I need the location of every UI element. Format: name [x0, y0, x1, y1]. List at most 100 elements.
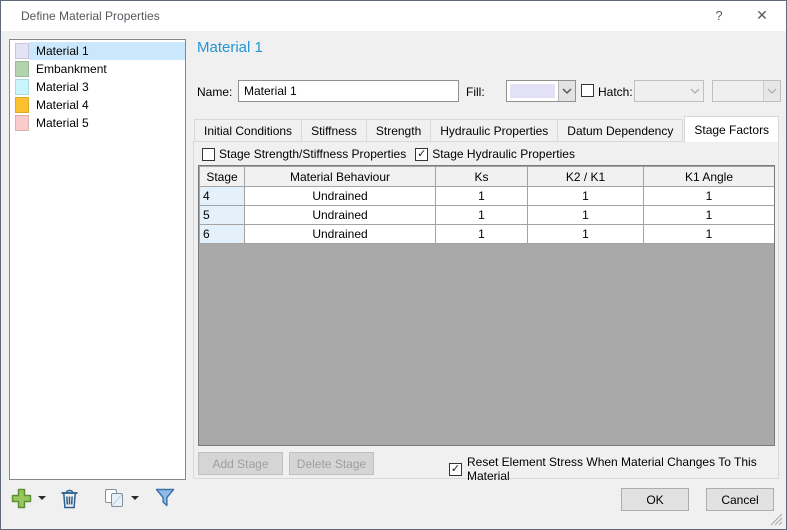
tab-strength[interactable]: Strength [365, 119, 432, 142]
stage-cell: 4 [199, 186, 245, 206]
material-list-item-4[interactable]: Material 4 [10, 96, 185, 114]
tab-hydraulic-properties[interactable]: Hydraulic Properties [430, 119, 559, 142]
material-list-item-3[interactable]: Material 3 [10, 78, 185, 96]
copy-material-dropdown-arrow[interactable] [131, 496, 139, 500]
ok-button[interactable]: OK [621, 488, 689, 511]
grid-header-row: Stage Material Behaviour Ks K2 / K1 K1 A… [199, 166, 774, 187]
tab-label: Initial Conditions [204, 123, 293, 138]
chevron-down-icon [562, 88, 572, 94]
add-material-button[interactable] [11, 488, 46, 509]
ks-cell[interactable]: 1 [435, 205, 528, 225]
grid-row-stage-4: 4 Undrained 1 1 1 [199, 186, 774, 206]
fill-label: Fill: [466, 85, 485, 99]
hatch-pattern-dropdown-button[interactable] [686, 81, 703, 101]
hatch-checkbox[interactable] [581, 84, 594, 97]
property-tabs: Initial Conditions Stiffness Strength Hy… [194, 116, 780, 142]
material-label: Embankment [36, 62, 107, 76]
col-header-material-behaviour: Material Behaviour [244, 166, 436, 187]
material-behaviour-cell[interactable]: Undrained [244, 224, 436, 244]
material-behaviour-cell[interactable]: Undrained [244, 205, 436, 225]
col-header-k1-angle: K1 Angle [643, 166, 774, 187]
resize-grip[interactable] [769, 512, 783, 526]
tab-initial-conditions[interactable]: Initial Conditions [194, 119, 303, 142]
add-stage-button[interactable]: Add Stage [198, 452, 283, 475]
stage-hydraulic-checkbox[interactable]: ✓ [415, 147, 429, 161]
material-color-swatch [15, 43, 29, 59]
tab-stiffness[interactable]: Stiffness [301, 119, 367, 142]
chevron-down-icon [767, 88, 777, 94]
material-toolbar [11, 487, 175, 509]
k1-angle-cell[interactable]: 1 [643, 224, 774, 244]
close-icon: ✕ [756, 7, 768, 23]
tab-stage-factors[interactable]: Stage Factors [684, 116, 780, 142]
dialog-title: Define Material Properties [21, 9, 160, 23]
material-color-swatch [15, 97, 29, 113]
delete-stage-button[interactable]: Delete Stage [289, 452, 374, 475]
copy-material-button[interactable] [103, 488, 139, 509]
material-behaviour-cell[interactable]: Undrained [244, 186, 436, 206]
material-color-swatch [15, 79, 29, 95]
copy-material-icon [105, 488, 123, 507]
tab-label: Datum Dependency [567, 123, 674, 138]
stage-cell: 6 [199, 224, 245, 244]
grid-row-stage-5: 5 Undrained 1 1 1 [199, 205, 774, 225]
tab-label: Stage Factors [694, 122, 770, 137]
col-header-ks: Ks [435, 166, 528, 187]
chevron-down-icon [690, 88, 699, 94]
fill-color-swatch [510, 84, 555, 98]
stage-factors-panel: Stage Strength/Stiffness Properties ✓ St… [193, 141, 779, 483]
stage-strength-stiffness-checkbox[interactable] [202, 147, 215, 161]
tab-datum-dependency[interactable]: Datum Dependency [557, 119, 684, 142]
k2k1-cell[interactable]: 1 [527, 224, 644, 244]
close-button[interactable]: ✕ [744, 1, 780, 30]
selected-material-heading: Material 1 [197, 39, 263, 56]
stage-strength-stiffness-label: Stage Strength/Stiffness Properties [219, 147, 407, 161]
hatch-pattern-swatch [638, 84, 683, 98]
k2k1-cell[interactable]: 1 [527, 186, 644, 206]
delete-material-button[interactable] [60, 488, 79, 509]
material-label: Material 1 [29, 42, 185, 60]
material-label: Material 5 [36, 116, 89, 130]
material-color-swatch [15, 115, 29, 131]
ks-cell[interactable]: 1 [435, 224, 528, 244]
hatch-color-dropdown[interactable] [712, 80, 781, 102]
add-material-dropdown-arrow[interactable] [38, 496, 46, 500]
name-label: Name: [197, 85, 233, 99]
hatch-label: Hatch: [598, 85, 633, 99]
stage-cell: 5 [199, 205, 245, 225]
cancel-button[interactable]: Cancel [706, 488, 774, 511]
filter-materials-icon [155, 488, 175, 507]
material-list-item-5[interactable]: Material 5 [10, 114, 185, 132]
col-header-stage: Stage [199, 166, 245, 187]
material-name-input[interactable] [238, 80, 459, 102]
hatch-pattern-dropdown[interactable] [634, 80, 704, 102]
material-list: Material 1 Embankment Material 3 Materia… [9, 39, 186, 480]
tab-label: Hydraulic Properties [440, 123, 549, 138]
add-material-icon [11, 488, 32, 508]
filter-materials-button[interactable] [155, 488, 175, 508]
tab-label: Strength [375, 123, 422, 138]
hatch-color-dropdown-button[interactable] [763, 81, 780, 101]
material-list-item-1[interactable]: Material 1 [10, 42, 185, 60]
title-bar[interactable]: Define Material Properties ? ✕ [1, 1, 786, 31]
stage-factors-grid: Stage Material Behaviour Ks K2 / K1 K1 A… [198, 165, 775, 446]
fill-dropdown-button[interactable] [558, 81, 575, 101]
k1-angle-cell[interactable]: 1 [643, 186, 774, 206]
fill-color-dropdown[interactable] [506, 80, 576, 102]
help-icon: ? [715, 8, 723, 23]
grid-row-stage-6: 6 Undrained 1 1 1 [199, 224, 774, 244]
ks-cell[interactable]: 1 [435, 186, 528, 206]
delete-material-icon [61, 489, 78, 508]
material-label: Material 4 [36, 98, 89, 112]
tab-label: Stiffness [311, 123, 357, 138]
reset-element-stress-checkbox[interactable]: ✓ [449, 462, 462, 476]
define-material-properties-dialog: Define Material Properties ? ✕ Material … [0, 0, 787, 530]
col-header-k2k1: K2 / K1 [527, 166, 644, 187]
reset-element-stress-label: Reset Element Stress When Material Chang… [467, 455, 757, 483]
material-color-swatch [15, 61, 29, 77]
hatch-color-swatch [716, 84, 760, 98]
material-list-item-2[interactable]: Embankment [10, 60, 185, 78]
k1-angle-cell[interactable]: 1 [643, 205, 774, 225]
help-button[interactable]: ? [702, 1, 736, 30]
k2k1-cell[interactable]: 1 [527, 205, 644, 225]
